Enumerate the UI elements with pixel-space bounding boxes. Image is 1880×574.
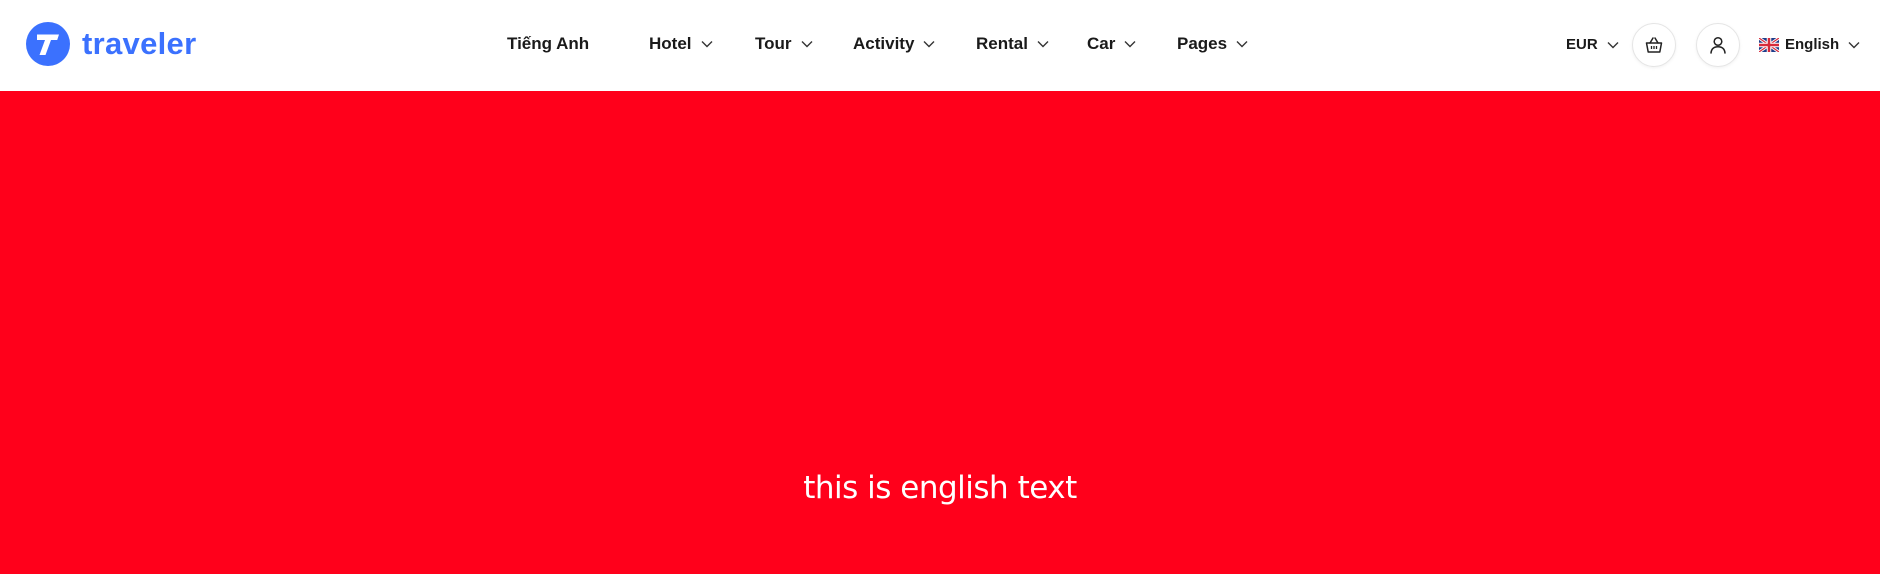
account-button[interactable] xyxy=(1696,23,1740,67)
hero-text: this is english text xyxy=(803,470,1077,506)
uk-flag-icon xyxy=(1759,37,1779,52)
basket-icon xyxy=(1645,37,1663,53)
header-tools: EUR English xyxy=(0,0,1880,91)
cart-button[interactable] xyxy=(1632,23,1676,67)
user-icon xyxy=(1710,36,1726,54)
language-selector[interactable]: English xyxy=(1759,36,1860,53)
chevron-down-icon xyxy=(1848,41,1860,48)
currency-selector[interactable]: EUR xyxy=(1566,36,1619,53)
language-label: English xyxy=(1785,36,1840,53)
chevron-down-icon xyxy=(1607,41,1619,48)
site-header: traveler Tiếng Anh Hotel Tour Activity R… xyxy=(0,0,1880,91)
currency-label: EUR xyxy=(1566,36,1598,53)
hero-banner: this is english text xyxy=(0,91,1880,574)
